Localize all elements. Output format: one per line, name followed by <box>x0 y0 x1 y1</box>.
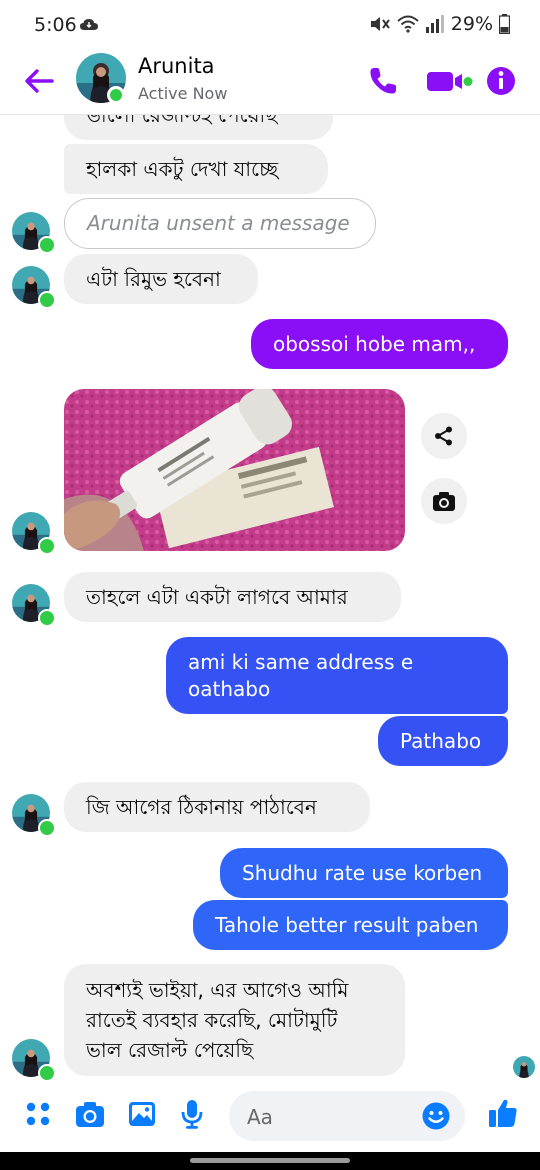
status-right: 29% <box>369 13 510 35</box>
message-incoming[interactable]: হালকা একটু দেখা যাচ্ছে <box>64 144 328 194</box>
share-button[interactable] <box>421 413 467 459</box>
message-outgoing[interactable]: Tahole better result paben <box>193 900 508 950</box>
camera-button[interactable] <box>421 478 467 524</box>
message-incoming[interactable]: এটা রিমুভ হবেনা <box>64 254 258 304</box>
message-incoming[interactable]: তাহলে এটা একটা লাগবে আমার <box>64 572 401 622</box>
mic-icon[interactable] <box>176 1098 208 1130</box>
emoji-icon[interactable] <box>421 1101 451 1131</box>
message-input-container[interactable] <box>229 1091 465 1143</box>
active-status: Active Now <box>138 84 228 103</box>
share-icon <box>435 426 452 446</box>
info-icon[interactable] <box>484 64 518 98</box>
active-indicator <box>38 537 56 555</box>
battery-icon <box>499 14 510 34</box>
chat-header: Arunita Active Now <box>0 50 540 115</box>
mute-icon <box>370 17 390 31</box>
battery-percent: 29% <box>450 13 493 35</box>
wifi-icon <box>397 15 419 33</box>
signal-icon <box>425 15 444 33</box>
active-indicator <box>38 609 56 627</box>
video-icon[interactable] <box>426 64 474 98</box>
active-indicator <box>107 86 125 104</box>
unsent-message-notice: Arunita unsent a message <box>64 198 376 249</box>
like-icon[interactable] <box>486 1096 520 1130</box>
status-bar: 5:06 29% <box>0 0 540 50</box>
back-arrow-icon[interactable] <box>22 64 56 98</box>
seen-avatar <box>513 1056 535 1078</box>
message-list[interactable]: ভালো রেজাল্টই পেয়েছি হালকা একটু দেখা যা… <box>0 114 540 1080</box>
composer <box>0 1080 540 1152</box>
status-time: 5:06 <box>34 14 77 36</box>
active-indicator <box>38 819 56 837</box>
message-outgoing[interactable]: Shudhu rate use korben <box>220 848 508 898</box>
system-navigation-bar <box>0 1152 540 1170</box>
home-indicator[interactable] <box>190 1158 350 1163</box>
shared-photo[interactable] <box>64 389 405 551</box>
cloud-icon <box>80 19 98 30</box>
image-icon[interactable] <box>126 1098 158 1130</box>
grid-icon[interactable] <box>22 1098 54 1130</box>
message-outgoing[interactable]: Pathabo <box>378 716 508 766</box>
camera-icon <box>433 492 455 511</box>
message-input[interactable] <box>245 1091 409 1143</box>
phone-icon[interactable] <box>366 64 400 98</box>
message-incoming[interactable]: অবশ্যই ভাইয়া, এর আগেও আমি রাতেই ব্যবহার… <box>64 964 405 1076</box>
message-incoming[interactable]: ভালো রেজাল্টই পেয়েছি <box>64 114 333 140</box>
active-indicator <box>38 291 56 309</box>
contact-name[interactable]: Arunita <box>138 54 215 78</box>
message-outgoing[interactable]: ami ki same address e oathabo <box>166 637 508 714</box>
message-incoming[interactable]: জি আগের ঠিকানায় পাঠাবেন <box>64 782 370 832</box>
camera-icon[interactable] <box>74 1098 106 1130</box>
active-indicator <box>38 236 56 254</box>
message-outgoing[interactable]: obossoi hobe mam,, <box>251 319 508 369</box>
active-indicator <box>38 1064 56 1080</box>
